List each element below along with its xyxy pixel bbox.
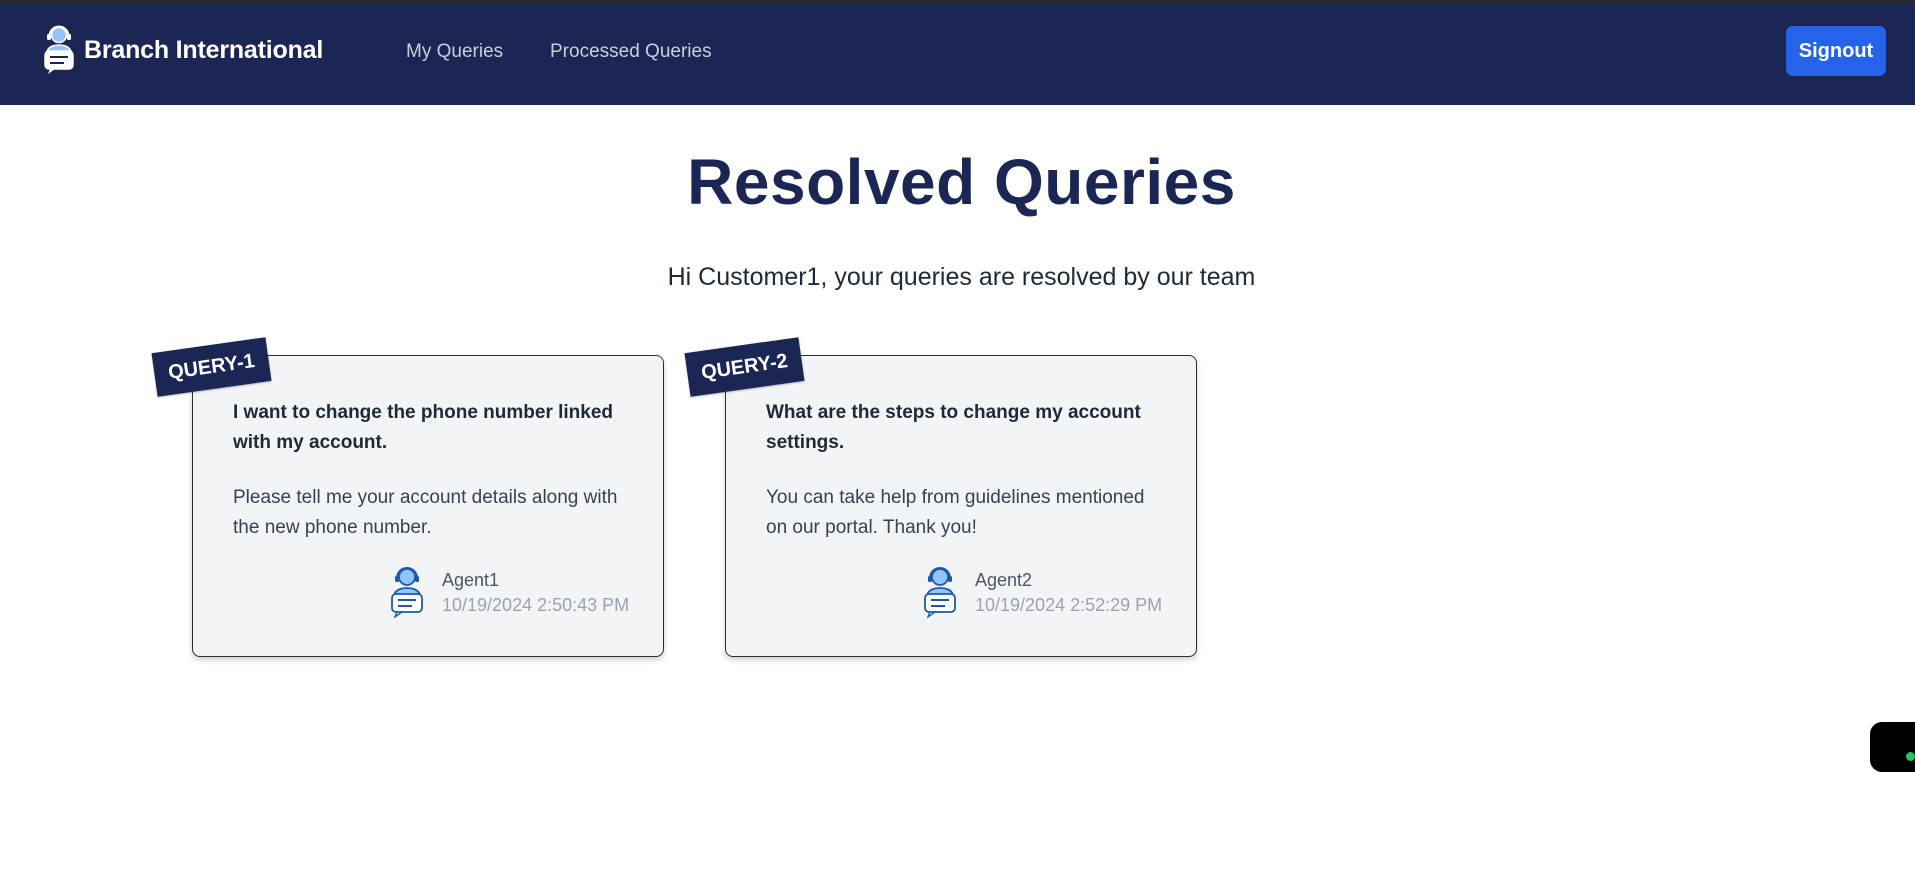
resolved-timestamp: 10/19/2024 2:52:29 PM [975,595,1163,615]
online-status-dot [1906,752,1915,761]
nav-my-queries[interactable]: My Queries [406,41,503,63]
nav-processed-queries[interactable]: Processed Queries [550,41,712,63]
query-question: I want to change the phone number linked… [233,402,614,453]
agent-info: Agent1 10/19/2024 2:50:43 PM [386,566,629,618]
agent-name: Agent1 [442,570,500,590]
query-card-body: I want to change the phone number linked… [192,355,664,657]
support-agent-icon [44,25,74,74]
brand-name: Branch International [84,35,324,64]
query-card: What are the steps to change my account … [684,337,1197,657]
top-navbar: Branch International My Queries Processe… [0,0,1915,105]
chat-widget-button[interactable] [1870,722,1915,772]
query-answer: You can take help from guidelines mentio… [766,487,1145,538]
page-subtitle: Hi Customer1, your queries are resolved … [667,263,1256,291]
query-question: What are the steps to change my account … [766,402,1141,453]
support-agent-icon [391,567,423,618]
resolved-timestamp: 10/19/2024 2:50:43 PM [442,595,630,615]
query-card-body: What are the steps to change my account … [725,355,1197,657]
support-agent-icon [924,567,956,618]
agent-name: Agent2 [975,570,1033,590]
signout-button[interactable]: Signout [1786,26,1886,76]
query-answer: Please tell me your account details alon… [233,487,618,538]
agent-info: Agent2 10/19/2024 2:52:29 PM [919,566,1162,618]
brand-link[interactable]: Branch International [40,25,323,75]
page-title: Resolved Queries [687,146,1236,218]
query-card: I want to change the phone number linked… [151,337,664,657]
